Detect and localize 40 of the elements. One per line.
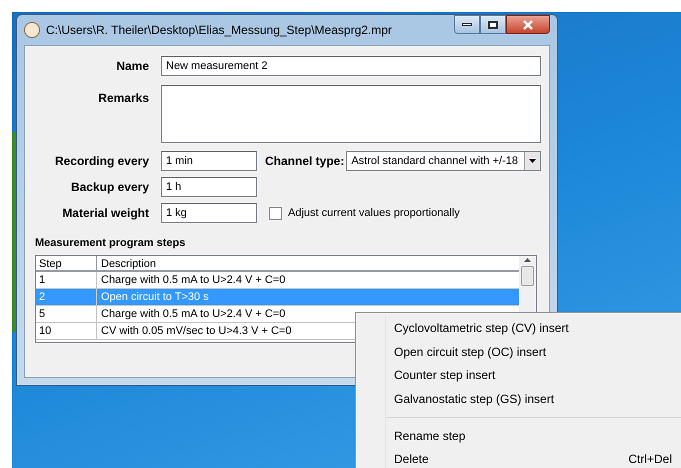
table-cell: 10 [36,322,97,338]
field-label: Recording every [54,153,150,170]
table-cell: 1 [36,272,97,288]
scroll-up-arrow-icon[interactable] [524,258,531,262]
menu-item[interactable]: Counter step insert [386,363,681,388]
table-cell-text: Charge with 0.5 mA to U>2.4 V + C=0 [100,272,286,288]
maximize-button[interactable] [480,15,506,34]
menu-item[interactable]: Delete Ctrl+Del [386,447,681,468]
menu-item[interactable]: Galvanostatic step (GS) insert [386,387,681,411]
table-cell-text: Open circuit to T>30 s [100,290,209,304]
text-field[interactable]: 1 kg [161,203,257,223]
table-cell: 2 [36,288,97,304]
dropdown-arrow-icon [529,159,536,163]
field-label: Remarks [97,90,150,107]
section-title: Measurement program steps [35,236,186,251]
window-title: C:\Users\R. Theiler\Desktop\Elias_Messung_Step\Measprg2.mpr [46,22,392,39]
field-label: Backup every [70,179,150,196]
dropdown-button[interactable] [524,152,540,170]
table-cell-text: Charge with 0.5 mA to U>2.4 V + C=0 [100,306,286,322]
remarks-field[interactable] [161,85,541,143]
menu-item[interactable]: Rename step [386,424,681,448]
close-icon [523,20,533,30]
checkbox-label: Adjust current values proportionally [288,206,460,221]
table-cell-text: CV with 0.05 mV/sec to U>4.3 V + C=0 [100,324,292,338]
minimize-button[interactable] [454,15,480,34]
column-header[interactable]: Step [36,256,97,270]
field-label: Name [115,58,150,75]
table-cell: 5 [36,306,97,322]
app-icon [24,22,40,38]
shortcut-text: Ctrl+Del [628,451,672,468]
adjust-checkbox[interactable] [269,206,282,220]
field-label: Material weight [61,205,150,222]
text-field[interactable]: 1 min [161,151,257,171]
menu-item[interactable]: Open circuit step (OC) insert [386,340,681,364]
text-field[interactable]: New measurement 2 [161,56,541,76]
column-header[interactable]: Description [97,256,519,270]
close-button[interactable] [506,15,550,34]
channel-type-dropdown[interactable]: Astrol standard channel with +/-18 [346,151,541,171]
field-label: Channel type: [265,153,344,170]
text-field[interactable]: 1 h [161,177,257,197]
